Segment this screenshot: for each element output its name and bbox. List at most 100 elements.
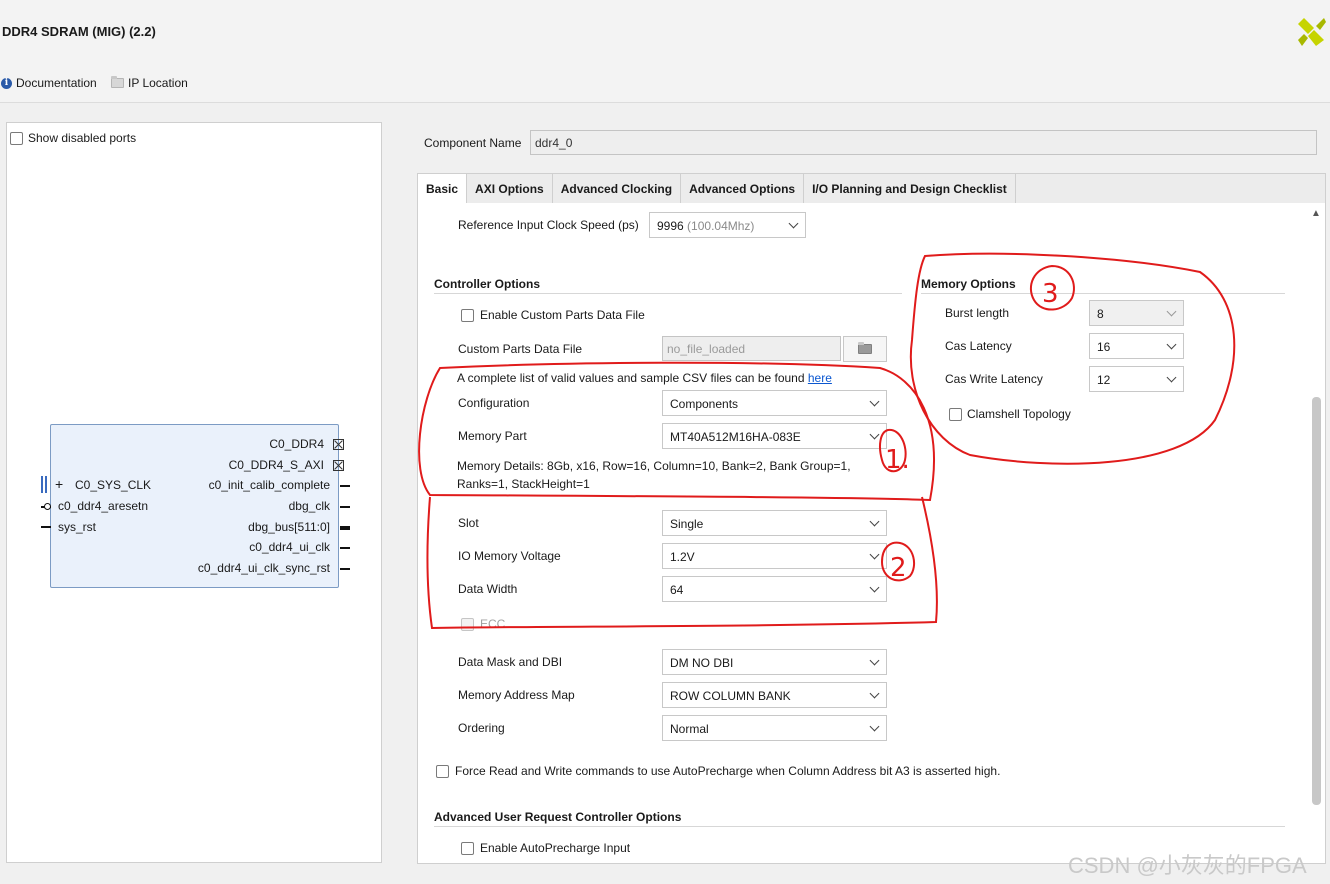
- ecc-checkbox[interactable]: ECC: [461, 617, 505, 631]
- force-autoprecharge-checkbox[interactable]: Force Read and Write commands to use Aut…: [436, 764, 1000, 778]
- data-width-value: 64: [670, 583, 684, 597]
- io-voltage-select[interactable]: 1.2V: [662, 543, 887, 569]
- enable-custom-parts-checkbox[interactable]: Enable Custom Parts Data File: [461, 308, 645, 322]
- clamshell-label: Clamshell Topology: [967, 407, 1071, 421]
- data-mask-select[interactable]: DM NO DBI: [662, 649, 887, 675]
- pin: [340, 485, 350, 487]
- ordering-label: Ordering: [458, 721, 505, 735]
- io-voltage-value: 1.2V: [670, 550, 695, 564]
- chevron-down-icon: [869, 721, 880, 732]
- data-mask-value: DM NO DBI: [670, 656, 734, 670]
- port-dbg-clk: dbg_clk: [288, 499, 330, 513]
- slot-select[interactable]: Single: [662, 510, 887, 536]
- show-disabled-ports-checkbox[interactable]: Show disabled ports: [10, 131, 136, 145]
- port-aresetn: c0_ddr4_aresetn: [58, 499, 149, 513]
- browse-button[interactable]: [843, 336, 887, 362]
- burst-length-label: Burst length: [945, 306, 1010, 320]
- enable-autoprecharge-label: Enable AutoPrecharge Input: [480, 841, 631, 855]
- port-init-calib-complete: c0_init_calib_complete: [208, 478, 330, 492]
- chevron-down-icon: [1166, 339, 1177, 350]
- ref-clock-select[interactable]: 9996 (100.04Mhz): [649, 212, 806, 238]
- clamshell-checkbox[interactable]: Clamshell Topology: [949, 407, 1071, 421]
- chevron-down-icon: [788, 218, 799, 229]
- cas-latency-value: 16: [1097, 340, 1111, 354]
- scrollbar-thumb[interactable]: [1312, 397, 1321, 805]
- inverted-pin-icon: [44, 503, 51, 510]
- chevron-down-icon: [869, 516, 880, 527]
- slot-label: Slot: [458, 516, 479, 530]
- port-sys-clk: C0_SYS_CLK: [75, 478, 152, 492]
- port-dbg-bus: dbg_bus[511:0]: [248, 520, 330, 534]
- cas-latency-select[interactable]: 16: [1089, 333, 1184, 359]
- documentation-link[interactable]: i Documentation: [1, 76, 97, 90]
- cas-write-latency-select[interactable]: 12: [1089, 366, 1184, 392]
- checkbox-box[interactable]: [461, 841, 474, 855]
- chevron-down-icon: [869, 582, 880, 593]
- configuration-select[interactable]: Components: [662, 390, 887, 416]
- chevron-down-icon: [869, 655, 880, 666]
- pin: [340, 506, 350, 508]
- ip-location-link[interactable]: IP Location: [111, 76, 188, 90]
- slot-value: Single: [670, 517, 704, 531]
- bus-marker: [45, 476, 47, 493]
- bus-pin: [340, 526, 350, 530]
- address-map-label: Memory Address Map: [458, 688, 575, 702]
- ref-clock-hint: (100.04Mhz): [687, 219, 755, 233]
- checkbox-box[interactable]: [461, 617, 474, 631]
- configuration-value: Components: [670, 397, 739, 411]
- custom-parts-file-input[interactable]: no_file_loaded: [662, 336, 841, 361]
- component-name-label: Component Name: [424, 136, 522, 150]
- pin: [340, 547, 350, 549]
- checkbox-box[interactable]: [436, 764, 449, 778]
- enable-custom-parts-label: Enable Custom Parts Data File: [480, 308, 645, 322]
- ecc-label: ECC: [480, 617, 506, 631]
- tab-axi-options[interactable]: AXI Options: [467, 174, 553, 205]
- io-voltage-label: IO Memory Voltage: [458, 549, 561, 563]
- tab-basic[interactable]: Basic: [418, 174, 468, 206]
- folder-icon: [111, 76, 124, 88]
- ref-clock-label: Reference Input Clock Speed (ps): [458, 218, 639, 232]
- interface-port-icon[interactable]: [333, 460, 344, 471]
- divider: [434, 826, 1285, 827]
- tab-advanced-options[interactable]: Advanced Options: [681, 174, 805, 205]
- scroll-up-icon[interactable]: ▲: [1311, 208, 1321, 219]
- csv-note-text: A complete list of valid values and samp…: [457, 371, 805, 385]
- xilinx-logo-icon: [1298, 18, 1326, 46]
- address-map-value: ROW COLUMN BANK: [670, 689, 791, 703]
- component-name-input[interactable]: ddr4_0: [530, 130, 1317, 155]
- enable-autoprecharge-checkbox[interactable]: Enable AutoPrecharge Input: [461, 841, 630, 855]
- port-c0-ddr4: C0_DDR4: [269, 437, 324, 451]
- controller-options-title: Controller Options: [434, 277, 540, 291]
- burst-length-select[interactable]: 8: [1089, 300, 1184, 326]
- memory-part-select[interactable]: MT40A512M16HA-083E: [662, 423, 887, 449]
- info-icon: i: [1, 77, 12, 89]
- ordering-select[interactable]: Normal: [662, 715, 887, 741]
- tab-advanced-clocking[interactable]: Advanced Clocking: [553, 174, 682, 205]
- folder-icon: [858, 342, 872, 354]
- chevron-down-icon: [869, 429, 880, 440]
- ordering-value: Normal: [670, 722, 709, 736]
- memory-part-value: MT40A512M16HA-083E: [670, 430, 801, 444]
- memory-details-line2: Ranks=1, StackHeight=1: [457, 477, 590, 491]
- tab-io-planning[interactable]: I/O Planning and Design Checklist: [804, 174, 1016, 205]
- window-title: DDR4 SDRAM (MIG) (2.2): [2, 24, 156, 39]
- address-map-select[interactable]: ROW COLUMN BANK: [662, 682, 887, 708]
- csv-note: A complete list of valid values and samp…: [457, 371, 832, 385]
- port-ui-clk: c0_ddr4_ui_clk: [249, 540, 330, 554]
- chevron-down-icon: [869, 688, 880, 699]
- expand-plus-icon[interactable]: +: [55, 476, 63, 492]
- data-width-select[interactable]: 64: [662, 576, 887, 602]
- chevron-down-icon: [1166, 372, 1177, 383]
- port-sys-rst: sys_rst: [58, 520, 97, 534]
- bus-marker: [41, 476, 43, 493]
- tab-bar: Basic AXI Options Advanced Clocking Adva…: [417, 173, 1326, 206]
- interface-port-icon[interactable]: [333, 439, 344, 450]
- checkbox-box[interactable]: [461, 308, 474, 322]
- csdn-watermark: CSDN @小灰灰的FPGA: [1068, 853, 1307, 878]
- cas-write-latency-value: 12: [1097, 373, 1111, 387]
- memory-options-title: Memory Options: [921, 277, 1016, 291]
- checkbox-box[interactable]: [10, 131, 23, 145]
- configuration-label: Configuration: [458, 396, 530, 410]
- csv-here-link[interactable]: here: [808, 371, 832, 385]
- checkbox-box[interactable]: [949, 407, 962, 421]
